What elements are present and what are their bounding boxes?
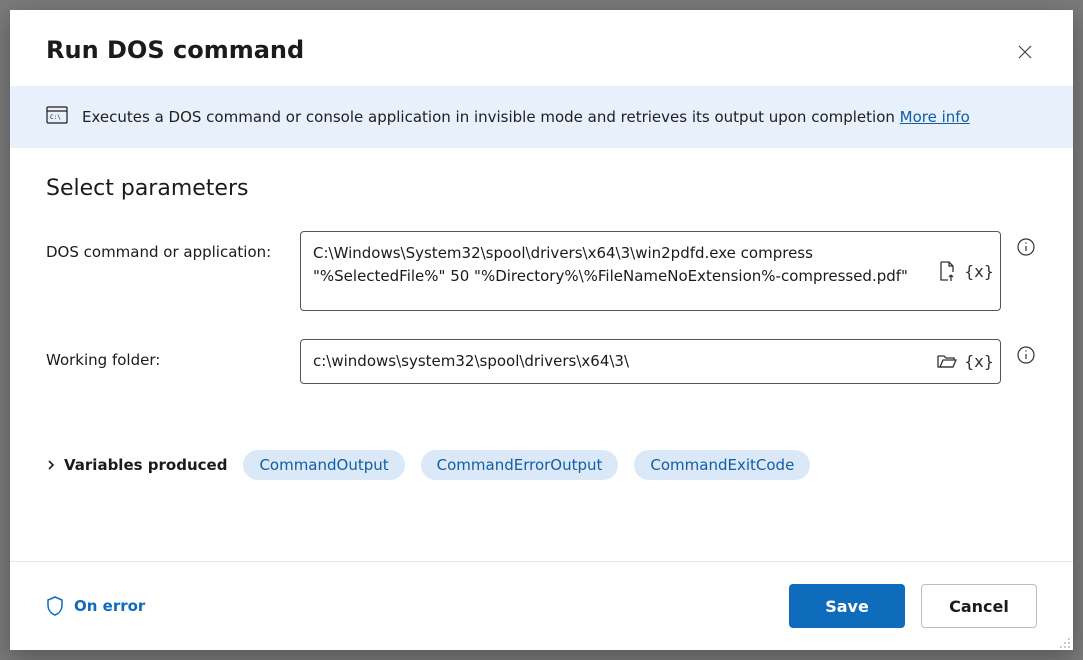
on-error-label: On error	[74, 597, 145, 615]
folder-input[interactable]	[301, 340, 1000, 383]
info-banner: C:\ Executes a DOS command or console ap…	[10, 86, 1073, 148]
variables-produced-toggle[interactable]: Variables produced	[46, 456, 227, 474]
param-row-folder: Working folder: {x}	[46, 339, 1037, 384]
dialog-footer: On error Save Cancel	[10, 561, 1073, 650]
folder-picker-button[interactable]	[936, 350, 958, 372]
command-label: DOS command or application:	[46, 231, 286, 261]
folder-info-button[interactable]	[1015, 339, 1037, 361]
command-info-button[interactable]	[1015, 231, 1037, 253]
shield-icon	[46, 596, 64, 616]
dialog-header: Run DOS command	[10, 10, 1073, 86]
variable-chip[interactable]: CommandErrorOutput	[421, 450, 619, 480]
cancel-button[interactable]: Cancel	[921, 584, 1037, 628]
close-icon	[1017, 44, 1033, 60]
info-icon	[1017, 346, 1035, 364]
variables-produced-label: Variables produced	[64, 456, 227, 474]
variable-chip[interactable]: CommandExitCode	[634, 450, 810, 480]
folder-label: Working folder:	[46, 339, 286, 369]
file-icon	[938, 261, 956, 281]
chevron-right-icon	[46, 459, 56, 471]
dialog-body: Select parameters DOS command or applica…	[10, 148, 1073, 561]
variable-picker-button[interactable]: {x}	[968, 350, 990, 372]
svg-text:C:\: C:\	[50, 114, 61, 121]
folder-icon	[937, 353, 957, 369]
terminal-icon: C:\	[46, 106, 68, 128]
info-icon	[1017, 238, 1035, 256]
file-picker-button[interactable]	[936, 260, 958, 282]
dialog-title: Run DOS command	[46, 36, 304, 64]
variable-picker-button[interactable]: {x}	[968, 260, 990, 282]
variables-produced-row: Variables produced CommandOutput Command…	[46, 450, 1037, 480]
command-input[interactable]	[301, 232, 1000, 310]
command-input-wrap: {x}	[300, 231, 1001, 311]
param-row-command: DOS command or application: {x}	[46, 231, 1037, 311]
dialog: Run DOS command C:\ Executes a DOS comma…	[10, 10, 1073, 650]
on-error-button[interactable]: On error	[46, 596, 145, 616]
resize-grip[interactable]	[1057, 634, 1071, 648]
save-button[interactable]: Save	[789, 584, 905, 628]
more-info-link[interactable]: More info	[900, 108, 970, 126]
info-banner-text: Executes a DOS command or console applic…	[82, 108, 895, 126]
variable-chip[interactable]: CommandOutput	[243, 450, 404, 480]
section-title: Select parameters	[46, 176, 1037, 201]
close-button[interactable]	[1009, 36, 1041, 68]
folder-input-wrap: {x}	[300, 339, 1001, 384]
